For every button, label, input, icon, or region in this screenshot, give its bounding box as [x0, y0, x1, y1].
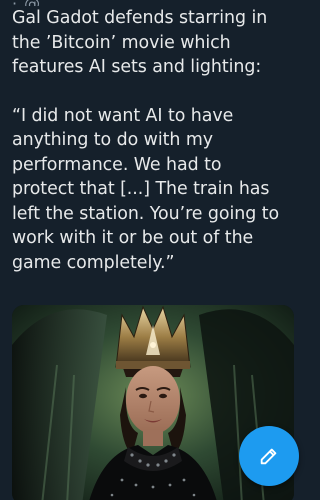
post-text-paragraph-quote: “I did not want AI to have anything to d… [12, 105, 280, 273]
compose-button[interactable] [239, 426, 299, 486]
post-card: · @… Gal Gadot defends starring in the ’… [0, 0, 305, 500]
compose-icon [260, 448, 277, 465]
post-text: Gal Gadot defends starring in the ’Bitco… [12, 6, 304, 275]
post-text-paragraph-headline: Gal Gadot defends starring in the ’Bitco… [12, 8, 268, 77]
